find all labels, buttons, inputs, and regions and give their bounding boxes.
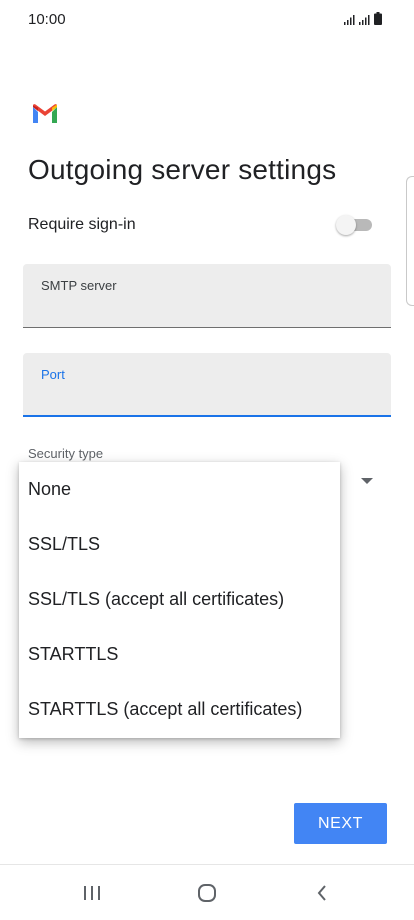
menu-item-starttls[interactable]: STARTTLS xyxy=(19,627,340,682)
menu-item-starttls-accept-all[interactable]: STARTTLS (accept all certificates) xyxy=(19,682,340,737)
smtp-server-field[interactable]: SMTP server xyxy=(23,264,391,328)
menu-item-ssl-tls-accept-all[interactable]: SSL/TLS (accept all certificates) xyxy=(19,572,340,627)
smtp-server-input[interactable] xyxy=(41,298,371,320)
toggle-thumb xyxy=(336,215,356,235)
require-signin-row: Require sign-in xyxy=(28,210,380,240)
port-label: Port xyxy=(41,367,65,382)
smtp-server-label: SMTP server xyxy=(41,278,117,293)
menu-item-none[interactable]: None xyxy=(19,462,340,517)
port-input[interactable] xyxy=(41,387,371,409)
edge-panel-handle[interactable] xyxy=(406,176,414,306)
next-button[interactable]: NEXT xyxy=(294,803,387,844)
system-nav-bar xyxy=(0,865,414,920)
security-type-label: Security type xyxy=(28,446,104,461)
battery-icon xyxy=(374,12,382,25)
page-title: Outgoing server settings xyxy=(28,154,337,185)
status-icons xyxy=(344,12,382,25)
menu-item-ssl-tls[interactable]: SSL/TLS xyxy=(19,517,340,572)
recents-button[interactable] xyxy=(72,877,112,909)
signal-icon xyxy=(344,15,355,25)
status-bar: 10:00 xyxy=(0,0,414,40)
recents-icon xyxy=(84,886,100,900)
require-signin-label: Require sign-in xyxy=(28,216,136,233)
port-field[interactable]: Port xyxy=(23,353,391,417)
back-button[interactable] xyxy=(302,877,342,909)
status-time: 10:00 xyxy=(28,11,66,28)
gmail-logo-icon xyxy=(33,104,57,123)
home-icon xyxy=(198,884,216,902)
back-icon xyxy=(317,885,326,901)
home-button[interactable] xyxy=(187,877,227,909)
signal-icon xyxy=(359,15,370,25)
require-signin-toggle[interactable] xyxy=(336,215,374,235)
dropdown-arrow-icon[interactable] xyxy=(361,478,373,484)
security-type-menu: None SSL/TLS SSL/TLS (accept all certifi… xyxy=(19,462,340,738)
